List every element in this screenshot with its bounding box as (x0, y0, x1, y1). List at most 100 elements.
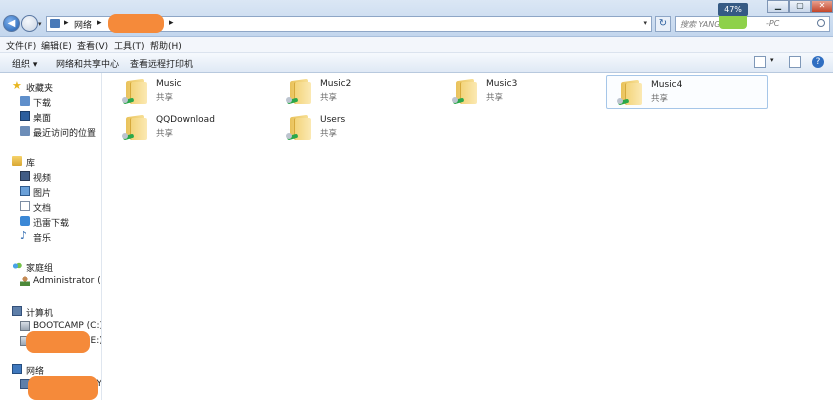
network-icon (12, 364, 22, 374)
shared-folder-icon (452, 78, 478, 105)
folder-tile-music2[interactable]: Music2 共享 (276, 75, 438, 109)
shared-folder-icon (286, 114, 312, 141)
maximize-button[interactable]: ▢ (789, 0, 811, 13)
command-bar: 组织 ▾ 网络和共享中心 查看远程打印机 ▾ ? (0, 53, 833, 73)
view-options-dropdown-icon[interactable]: ▾ (770, 56, 774, 68)
folder-share-status: 共享 (320, 129, 338, 139)
sidebar-computer[interactable]: 计算机 (0, 305, 100, 319)
search-box[interactable]: 搜索 YANG -PC (675, 16, 830, 32)
refresh-icon: ↻ (658, 18, 668, 29)
shared-folder-icon (122, 114, 148, 141)
folder-name: Music2 (320, 79, 352, 89)
folder-name: Music4 (651, 80, 683, 90)
sidebar-item-label: 文档 (33, 204, 52, 214)
folder-share-status: 共享 (651, 94, 669, 104)
menu-view[interactable]: 查看(V) (77, 39, 108, 52)
sidebar-libraries[interactable]: 库 (0, 155, 100, 169)
breadcrumb-network[interactable]: 网络 (74, 18, 92, 31)
sidebar-item-pictures[interactable]: 图片 (0, 185, 100, 199)
homegroup-icon (12, 261, 22, 271)
sidebar-item-label: 音乐 (33, 234, 52, 244)
sidebar-homegroup[interactable]: 家庭组 (0, 260, 100, 274)
menu-bar: 文件(F) 编辑(E) 查看(V) 工具(T) 帮助(H) (0, 37, 833, 53)
desktop-icon (20, 111, 30, 121)
minimize-button[interactable]: ▁ (767, 0, 789, 13)
menu-edit[interactable]: 编辑(E) (41, 39, 72, 52)
folder-name: Users (320, 115, 346, 125)
forward-button[interactable] (21, 15, 38, 32)
sidebar-item-label: Administrator (HY (33, 276, 101, 286)
history-dropdown-icon[interactable]: ▾ (38, 20, 42, 28)
folder-tile-qqdownload[interactable]: QQDownload 共享 (112, 111, 274, 145)
folder-tile-music3[interactable]: Music3 共享 (442, 75, 604, 109)
folder-share-status: 共享 (320, 93, 338, 103)
change-view-icon[interactable] (754, 56, 766, 68)
close-button[interactable]: ✕ (811, 0, 833, 13)
recent-places-icon (20, 126, 30, 136)
menu-file[interactable]: 文件(F) (6, 39, 36, 52)
search-placeholder-suffix: -PC (766, 19, 780, 28)
folder-tile-users[interactable]: Users 共享 (276, 111, 438, 145)
help-icon[interactable]: ? (812, 56, 824, 68)
breadcrumb-sep-icon[interactable]: ▸ (97, 18, 102, 28)
view-remote-printers-button[interactable]: 查看远程打印机 (130, 57, 193, 70)
folder-name: QQDownload (156, 115, 215, 125)
shared-folder-icon (617, 79, 643, 106)
sidebar-favorites[interactable]: ★ 收藏夹 (0, 80, 100, 94)
drive-icon (20, 321, 30, 331)
sidebar-item-documents[interactable]: 文档 (0, 200, 100, 214)
refresh-button[interactable]: ↻ (655, 16, 671, 32)
battery-badge: 47% (718, 3, 748, 16)
sidebar-header-label: 家庭组 (26, 264, 54, 274)
address-dropdown-icon[interactable]: ▾ (643, 19, 647, 27)
folder-name: Music3 (486, 79, 518, 89)
sidebar-item-music[interactable]: ♪ 音乐 (0, 230, 100, 244)
shared-folder-icon (286, 78, 312, 105)
back-button[interactable]: ◀ (3, 15, 20, 32)
menu-tools[interactable]: 工具(T) (114, 39, 145, 52)
folder-share-status: 共享 (156, 129, 174, 139)
sidebar-item-label: 视频 (33, 174, 52, 184)
sidebar-item-thunder-downloads[interactable]: 迅雷下载 (0, 215, 100, 229)
downloads-icon (20, 96, 30, 106)
redaction-mark (28, 376, 98, 400)
user-icon (20, 276, 30, 286)
star-icon: ★ (12, 79, 22, 92)
sidebar-item-videos[interactable]: 视频 (0, 170, 100, 184)
search-icon[interactable] (817, 19, 825, 27)
sidebar-item-downloads[interactable]: 下载 (0, 95, 100, 109)
thunder-download-icon (20, 216, 30, 226)
preview-pane-icon[interactable] (789, 56, 801, 68)
computer-icon (12, 306, 22, 316)
picture-icon (20, 186, 30, 196)
file-list: Music 共享 Music2 共享 Music3 共享 Music4 共享 Q… (102, 73, 833, 400)
sidebar-header-label: 库 (26, 159, 36, 169)
sidebar-item-label: 桌面 (33, 114, 52, 124)
sidebar-item-label: BOOTCAMP (C:) (33, 321, 102, 331)
network-icon (50, 19, 60, 28)
organize-button[interactable]: 组织 ▾ (12, 57, 37, 70)
sidebar-network[interactable]: 网络 (0, 363, 100, 377)
redaction-mark (26, 331, 90, 353)
shared-folder-icon (122, 78, 148, 105)
folder-tile-music4[interactable]: Music4 共享 (606, 75, 768, 109)
network-sharing-center-button[interactable]: 网络和共享中心 (56, 57, 119, 70)
sidebar-header-label: 计算机 (26, 309, 54, 319)
sidebar-item-label: 图片 (33, 189, 52, 199)
sidebar-header-label: 收藏夹 (26, 84, 54, 94)
breadcrumb-sep-icon[interactable]: ▸ (64, 18, 69, 28)
back-arrow-icon: ◀ (7, 18, 16, 29)
folder-tile-music[interactable]: Music 共享 (112, 75, 274, 109)
sidebar-item-label: 最近访问的位置 (33, 129, 97, 139)
sidebar-item-recent-places[interactable]: 最近访问的位置 (0, 125, 100, 139)
menu-help[interactable]: 帮助(H) (150, 39, 182, 52)
video-icon (20, 171, 30, 181)
title-bar: ◀ ▾ ▸ 网络 ▸ C ▸ ▾ ↻ 搜索 YANG -PC 47% ▁ ▢ ✕ (0, 0, 833, 37)
folder-name: Music (156, 79, 182, 89)
sidebar-item-administrator[interactable]: Administrator (HY (0, 275, 101, 289)
sidebar-item-desktop[interactable]: 桌面 (0, 110, 100, 124)
library-icon (12, 156, 22, 166)
redaction-mark (108, 14, 164, 33)
sidebar-item-label: 迅雷下载 (33, 219, 70, 229)
breadcrumb-sep-icon[interactable]: ▸ (169, 18, 174, 28)
